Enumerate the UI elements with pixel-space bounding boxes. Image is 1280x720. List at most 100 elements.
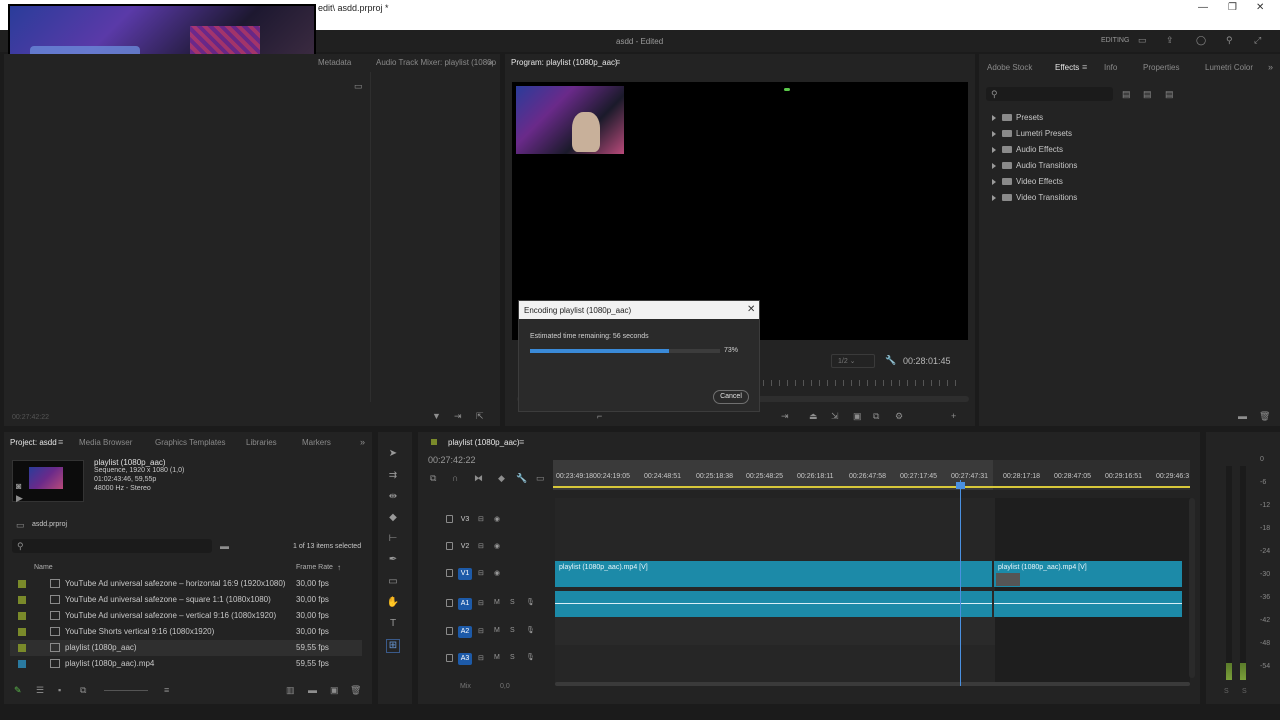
list-item[interactable]: YouTube Ad universal safezone – horizont… <box>10 576 362 592</box>
mute-icon[interactable]: M <box>494 627 500 634</box>
sync-lock-icon[interactable]: ⊟ <box>478 515 484 523</box>
panel-menu-icon[interactable]: ▭ <box>354 82 363 91</box>
solo-icon[interactable]: S <box>510 654 515 661</box>
effects-item-lumetri-presets[interactable]: Lumetri Presets <box>992 129 1072 138</box>
razor-icon[interactable]: ◆ <box>386 512 400 526</box>
playhead[interactable] <box>960 480 961 686</box>
sort-icon[interactable]: ≡ <box>164 686 169 695</box>
track-label[interactable]: A1 <box>458 598 472 610</box>
solo-right-button[interactable]: S <box>1242 688 1247 695</box>
zoom-slider[interactable] <box>104 690 148 691</box>
export-icon[interactable]: ⇱ <box>476 412 484 421</box>
project-menu-icon[interactable]: ≡ <box>58 437 63 447</box>
cancel-button[interactable]: Cancel <box>713 390 749 404</box>
lift-icon[interactable]: ⏏ <box>809 412 818 421</box>
lock-icon[interactable] <box>446 569 453 577</box>
tab-markers[interactable]: Markers <box>302 438 331 447</box>
extract-icon[interactable]: ⇲ <box>831 412 839 421</box>
snap-icon[interactable]: ∩ <box>452 474 458 483</box>
nest-icon[interactable]: ⧉ <box>430 474 436 483</box>
program-menu-icon[interactable]: ≡ <box>615 57 620 67</box>
pencil-icon[interactable]: ✎ <box>14 686 22 695</box>
timeline-settings-icon[interactable]: 🔧 <box>516 474 527 483</box>
wrench-icon[interactable]: 🔧 <box>885 356 896 365</box>
sync-lock-icon[interactable]: ⊟ <box>478 627 484 635</box>
tab-media-browser[interactable]: Media Browser <box>79 438 132 447</box>
list-item[interactable]: playlist (1080p_aac).mp4 59,55 fps <box>10 656 362 672</box>
tab-graphics-templates[interactable]: Graphics Templates <box>155 438 226 447</box>
microphone-icon[interactable]: 🎙 <box>526 626 535 634</box>
lock-icon[interactable] <box>446 627 453 635</box>
tab-libraries[interactable]: Libraries <box>246 438 277 447</box>
track-header-a1[interactable]: A1 ⊟ M S 🎙 <box>418 591 553 617</box>
accelerated-effects-icon[interactable]: ▤ <box>1122 90 1131 99</box>
camera-icon[interactable]: ▣ <box>853 412 862 421</box>
column-name[interactable]: Name <box>34 564 53 571</box>
microphone-icon[interactable]: 🎙 <box>526 653 535 661</box>
sync-lock-icon[interactable]: ⊟ <box>478 599 484 607</box>
freeform-view-icon[interactable]: ⧉ <box>80 686 86 695</box>
workspaces-icon[interactable]: ▭ <box>1138 36 1147 45</box>
automate-icon[interactable]: ▥ <box>286 686 295 695</box>
step-forward-icon[interactable]: ⇥ <box>781 412 789 421</box>
track-label[interactable]: A3 <box>458 653 472 665</box>
tab-lumetri-color[interactable]: Lumetri Color <box>1205 63 1253 72</box>
track-header-a2[interactable]: A2 ⊟ M S 🎙 <box>418 619 553 645</box>
tab-timeline[interactable]: playlist (1080p_aac) <box>448 438 520 447</box>
close-window-icon[interactable]: ✕ <box>1256 2 1264 13</box>
compare-icon[interactable]: ⧉ <box>873 412 879 421</box>
new-bin-icon[interactable]: ▬ <box>1238 412 1247 421</box>
fullscreen-icon[interactable]: ⤢ <box>1254 36 1261 45</box>
mute-icon[interactable]: M <box>494 654 500 661</box>
tab-effects[interactable]: Effects <box>1055 63 1079 72</box>
track-label[interactable]: A2 <box>458 626 472 638</box>
microphone-icon[interactable]: 🎙 <box>526 598 535 606</box>
list-view-icon[interactable]: ☰ <box>36 686 44 695</box>
caption-icon[interactable]: ⊞ <box>386 639 400 653</box>
type-icon[interactable]: T <box>386 618 400 632</box>
mute-icon[interactable]: M <box>494 599 500 606</box>
new-bin-icon[interactable]: ▬ <box>308 686 317 695</box>
add-button-icon[interactable]: + <box>951 412 956 421</box>
lock-icon[interactable] <box>446 654 453 662</box>
yuv-effects-icon[interactable]: ▤ <box>1165 90 1174 99</box>
track-header-v1[interactable]: V1 ⊟ ◉ <box>418 561 553 587</box>
share-icon[interactable]: ⇪ <box>1166 36 1174 45</box>
more-tabs-icon[interactable]: » <box>360 438 365 447</box>
trash-icon[interactable]: 🗑 <box>350 686 361 695</box>
more-tabs-icon[interactable]: » <box>488 58 493 67</box>
poster-camera-icon[interactable]: ◙ <box>16 482 21 491</box>
eye-icon[interactable]: ◉ <box>494 542 500 550</box>
effects-menu-icon[interactable]: ≡ <box>1082 62 1087 72</box>
progress-icon[interactable]: ◯ <box>1196 36 1206 45</box>
selection-tool-icon[interactable]: ➤ <box>386 448 400 462</box>
tab-adobe-stock[interactable]: Adobe Stock <box>987 63 1032 72</box>
track-header-v3[interactable]: V3 ⊟ ◉ <box>418 507 553 533</box>
zoom-select[interactable]: 1/2 ⌄ <box>831 354 875 368</box>
lock-icon[interactable] <box>446 599 453 607</box>
effects-item-audio-effects[interactable]: Audio Effects <box>992 145 1063 154</box>
sync-lock-icon[interactable]: ⊟ <box>478 654 484 662</box>
rectangle-icon[interactable]: ▭ <box>386 576 400 590</box>
sort-ascending-icon[interactable]: ↑ <box>337 563 341 572</box>
video-clip[interactable]: playlist (1080p_aac).mp4 [V] <box>555 561 992 587</box>
ripple-edit-icon[interactable]: ⇹ <box>386 491 400 505</box>
add-marker-icon[interactable]: ◆ <box>498 474 505 483</box>
solo-icon[interactable]: S <box>510 627 515 634</box>
playhead-handle[interactable] <box>956 482 965 489</box>
list-item[interactable]: YouTube Ad universal safezone – vertical… <box>10 608 362 624</box>
minimize-icon[interactable]: — <box>1198 2 1208 13</box>
tab-metadata[interactable]: Metadata <box>318 58 351 67</box>
track-select-icon[interactable]: ⇉ <box>386 470 400 484</box>
workspace-label[interactable]: EDITING <box>1101 37 1129 44</box>
audio-clip[interactable] <box>555 591 992 617</box>
list-item[interactable]: YouTube Shorts vertical 9:16 (1080x1920)… <box>10 624 362 640</box>
sync-lock-icon[interactable]: ⊟ <box>478 569 484 577</box>
captions-icon[interactable]: ▭ <box>536 474 545 483</box>
mix-value[interactable]: 0,0 <box>500 683 510 690</box>
settings-icon[interactable]: ⚙ <box>895 412 903 421</box>
track-label[interactable]: V1 <box>458 568 472 580</box>
audio-clip[interactable] <box>994 591 1182 617</box>
timeline-horizontal-scrollbar[interactable] <box>555 682 1190 686</box>
timeline-menu-icon[interactable]: ≡ <box>519 437 524 447</box>
